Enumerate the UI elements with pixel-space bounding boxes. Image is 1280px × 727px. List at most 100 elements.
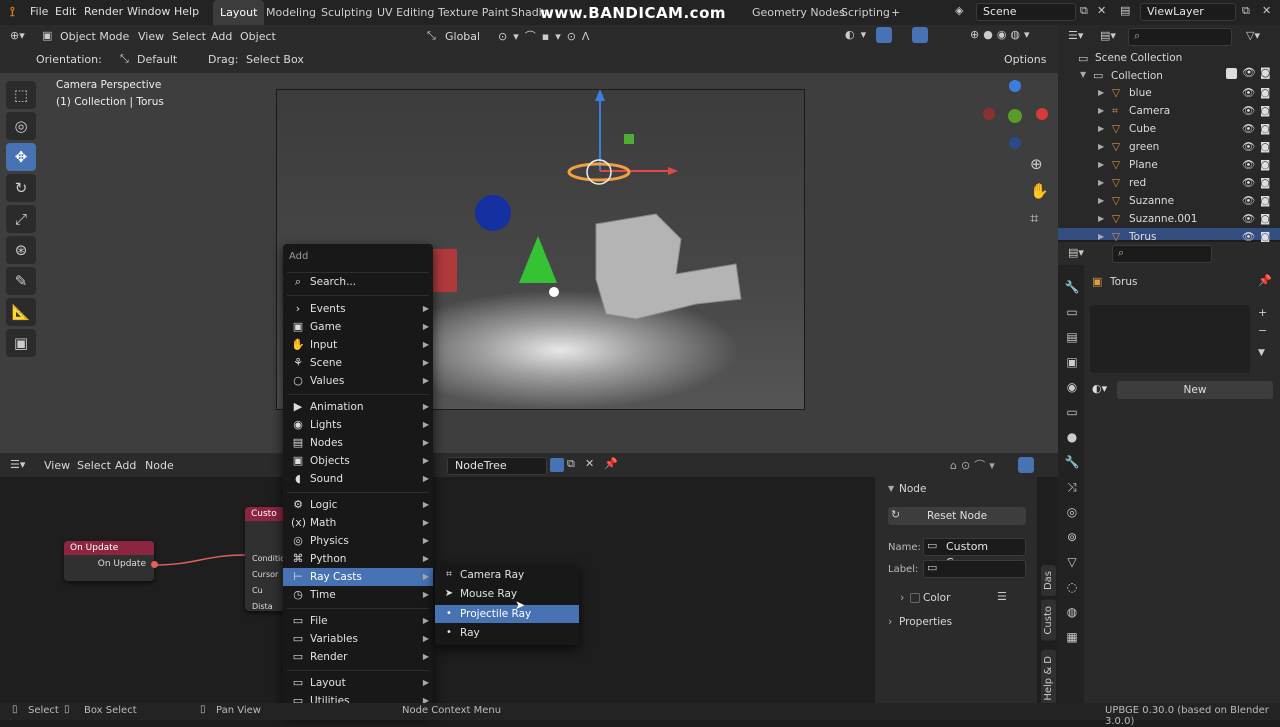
- node-menu-node[interactable]: Node: [145, 459, 174, 472]
- node-editor-right-icons[interactable]: ⌂⊙⌒▾: [950, 457, 999, 473]
- menu-help[interactable]: Help: [174, 5, 199, 18]
- tab-das[interactable]: Das: [1041, 565, 1056, 597]
- expand-icon[interactable]: ▶: [1098, 174, 1104, 192]
- collection-expand-icon[interactable]: ▼: [1080, 70, 1086, 79]
- add-menu-item-animation[interactable]: ▶ Animation ▶: [283, 398, 433, 416]
- outliner-item-camera[interactable]: ▶ ⌗ Camera 👁 ◙: [1058, 102, 1280, 120]
- outliner-item-green[interactable]: ▶ ▽ green 👁 ◙: [1058, 138, 1280, 156]
- properties-editor-icon[interactable]: ▤▾: [1068, 246, 1084, 259]
- color-expand-icon[interactable]: ›: [900, 591, 904, 604]
- render-camera-icon[interactable]: ◙: [1260, 66, 1271, 79]
- outliner-item-suzanne-001[interactable]: ▶ ▽ Suzanne.001 👁 ◙: [1058, 210, 1280, 228]
- color-list-icon[interactable]: ☰: [997, 590, 1007, 603]
- visibility-eye-icon[interactable]: 👁: [1242, 120, 1255, 138]
- delete-scene-icon[interactable]: ✕: [1097, 4, 1106, 17]
- add-menu-item-time[interactable]: ◷ Time ▶: [283, 586, 433, 604]
- scene-collection-label[interactable]: Scene Collection: [1095, 52, 1182, 64]
- material-slot-list[interactable]: [1090, 305, 1250, 373]
- custom-cursor-node[interactable]: Custo Condition Cursor Cu Dista: [245, 507, 290, 611]
- menu-select[interactable]: Select: [172, 30, 206, 43]
- node-menu-add[interactable]: Add: [115, 459, 136, 472]
- expand-icon[interactable]: ▶: [1098, 210, 1104, 228]
- node-section-title[interactable]: Node: [899, 483, 926, 495]
- remove-slot-icon[interactable]: −: [1258, 324, 1267, 337]
- node-name-input[interactable]: Custom Cursor: [923, 538, 1026, 569]
- collection-checkbox[interactable]: [1226, 68, 1237, 79]
- expand-icon[interactable]: ▶: [1098, 138, 1104, 156]
- properties-expand-icon[interactable]: ›: [888, 615, 892, 628]
- outliner-item-blue[interactable]: ▶ ▽ blue 👁 ◙: [1058, 84, 1280, 102]
- node-section-collapse-icon[interactable]: ▼: [888, 484, 894, 493]
- add-workspace-button[interactable]: +: [884, 0, 907, 25]
- overlay-toggle-icon[interactable]: [912, 27, 928, 43]
- ray-menu-item-ray[interactable]: • Ray: [435, 624, 579, 642]
- node-menu-view[interactable]: View: [44, 459, 70, 472]
- scene-selector[interactable]: Scene: [976, 3, 1076, 21]
- menu-view[interactable]: View: [138, 30, 164, 43]
- expand-icon[interactable]: ▶: [1098, 84, 1104, 102]
- add-menu-item-math[interactable]: (x) Math ▶: [283, 514, 433, 532]
- transform-orientation-selector[interactable]: Global: [445, 30, 480, 43]
- add-menu-item-events[interactable]: › Events ▶: [283, 300, 433, 318]
- add-menu-item-ray-casts[interactable]: ⊢ Ray Casts ▶: [283, 568, 433, 586]
- render-camera-icon[interactable]: ◙: [1260, 84, 1270, 102]
- menu-file[interactable]: File: [30, 5, 48, 18]
- outliner-item-suzanne[interactable]: ▶ ▽ Suzanne 👁 ◙: [1058, 192, 1280, 210]
- new-scene-icon[interactable]: ⧉: [1080, 4, 1088, 18]
- transform-tool-icon[interactable]: ⊛: [6, 236, 36, 264]
- slot-menu-icon[interactable]: ▼: [1258, 348, 1265, 358]
- navigation-gizmo[interactable]: [980, 78, 1050, 158]
- gizmo-toggle-icon[interactable]: [876, 27, 892, 43]
- render-camera-icon[interactable]: ◙: [1260, 210, 1270, 228]
- rotate-tool-icon[interactable]: ↻: [6, 174, 36, 202]
- tab-custom[interactable]: Custo: [1041, 600, 1056, 641]
- add-menu-item-sound[interactable]: ◖ Sound ▶: [283, 470, 433, 488]
- delete-view-layer-icon[interactable]: ✕: [1262, 4, 1271, 17]
- distance-field[interactable]: Dista: [252, 599, 285, 615]
- annotate-tool-icon[interactable]: ✎: [6, 267, 36, 295]
- fake-user-shield-icon[interactable]: [550, 458, 564, 472]
- filter-icon[interactable]: ▽▾: [1246, 29, 1260, 42]
- add-menu-item-layout[interactable]: ▭ Layout ▶: [283, 674, 433, 692]
- add-menu-item-objects[interactable]: ▣ Objects ▶: [283, 452, 433, 470]
- render-camera-icon[interactable]: ◙: [1260, 192, 1270, 210]
- visibility-eye-icon[interactable]: 👁: [1242, 192, 1255, 210]
- add-menu-item-values[interactable]: ○ Values ▶: [283, 372, 433, 390]
- properties-search-input[interactable]: [1112, 245, 1212, 263]
- outliner-item-red[interactable]: ▶ ▽ red 👁 ◙: [1058, 174, 1280, 192]
- menu-object[interactable]: Object: [240, 30, 276, 43]
- reset-node-button[interactable]: Reset Node: [888, 507, 1026, 525]
- node-menu-select[interactable]: Select: [77, 459, 111, 472]
- tab-layout[interactable]: Layout: [213, 0, 265, 25]
- add-cube-tool-icon[interactable]: ▣: [6, 329, 36, 357]
- move-tool-icon[interactable]: ✥: [6, 143, 36, 171]
- add-menu-item-python[interactable]: ⌘ Python ▶: [283, 550, 433, 568]
- outliner-item-plane[interactable]: ▶ ▽ Plane 👁 ◙: [1058, 156, 1280, 174]
- viewport-display-icons[interactable]: ◐▾: [845, 28, 872, 41]
- expand-icon[interactable]: ▶: [1098, 120, 1104, 138]
- unlink-tree-icon[interactable]: ✕: [585, 457, 594, 470]
- duplicate-tree-icon[interactable]: ⧉: [567, 457, 575, 471]
- visibility-eye-icon[interactable]: 👁: [1242, 66, 1256, 79]
- add-slot-icon[interactable]: +: [1258, 306, 1267, 319]
- expand-icon[interactable]: ▶: [1098, 192, 1104, 210]
- render-camera-icon[interactable]: ◙: [1260, 102, 1270, 120]
- new-material-button[interactable]: New: [1117, 381, 1273, 399]
- menu-add[interactable]: Add: [211, 30, 232, 43]
- menu-window[interactable]: Window: [127, 5, 170, 18]
- shading-mode-icons[interactable]: ⊕●◉◍▾: [970, 28, 1034, 41]
- measure-tool-icon[interactable]: 📐: [6, 298, 36, 326]
- zoom-icon[interactable]: ⊕: [1030, 155, 1043, 173]
- color-checkbox[interactable]: [910, 593, 920, 603]
- add-menu-item-nodes[interactable]: ▤ Nodes ▶: [283, 434, 433, 452]
- view-layer-selector[interactable]: ViewLayer: [1140, 3, 1236, 21]
- outliner-editor-icon[interactable]: ☰▾: [1068, 29, 1083, 42]
- tab-help[interactable]: Help & D: [1041, 650, 1056, 707]
- visibility-eye-icon[interactable]: 👁: [1242, 210, 1255, 228]
- add-menu-search[interactable]: ⌕ Search...: [283, 273, 433, 291]
- visibility-eye-icon[interactable]: 👁: [1242, 84, 1255, 102]
- condition-input[interactable]: Condition: [252, 551, 290, 567]
- cursor-input[interactable]: Cursor: [252, 567, 285, 583]
- add-menu-item-scene[interactable]: ⚘ Scene ▶: [283, 354, 433, 372]
- orientation-selector[interactable]: Default: [137, 53, 177, 66]
